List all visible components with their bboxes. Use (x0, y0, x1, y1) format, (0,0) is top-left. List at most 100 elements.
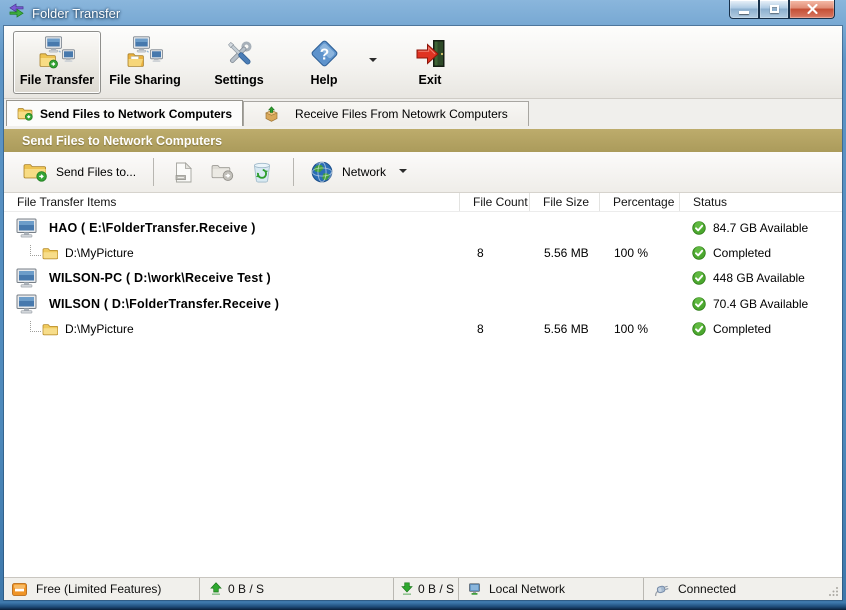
minimize-icon (739, 10, 749, 14)
folder-path: D:\MyPicture (65, 246, 134, 260)
app-window: Folder Transfer File Transfer File Shari… (0, 0, 846, 610)
remove-file-button[interactable] (166, 159, 202, 186)
resize-grip[interactable] (828, 586, 839, 597)
package-receive-icon (265, 106, 278, 122)
folder-send-icon (17, 107, 33, 121)
open-folder-button[interactable] (202, 161, 243, 184)
column-status[interactable]: Status (679, 193, 842, 211)
help-button[interactable]: ? Help (289, 31, 359, 94)
maximize-icon (769, 5, 779, 13)
table-row[interactable]: D:\MyPicture 8 5.56 MB 100 % Completed (4, 317, 842, 341)
download-arrow-icon (401, 582, 413, 595)
file-sharing-icon (127, 35, 163, 67)
tab-receive-label: Receive Files From Netowrk Computers (295, 107, 508, 121)
column-file-count[interactable]: File Count (459, 193, 529, 211)
action-toolbar: Send Files to... Network (4, 152, 842, 193)
percentage-value: 100 % (614, 246, 649, 260)
local-network-text: Local Network (489, 582, 566, 596)
file-transfer-icon (39, 35, 75, 68)
titlebar: Folder Transfer (0, 0, 846, 26)
folder-path: D:\MyPicture (65, 322, 134, 336)
computer-name: HAO ( E:\FolderTransfer.Receive ) (49, 221, 256, 235)
settings-button[interactable]: Settings (199, 31, 279, 94)
tab-send-files[interactable]: Send Files to Network Computers (6, 100, 244, 126)
download-speed-text: 0 B / S (418, 582, 455, 596)
status-text: 448 GB Available (713, 271, 805, 285)
file-size-value: 5.56 MB (544, 322, 589, 336)
window-title: Folder Transfer (32, 5, 121, 21)
remove-file-icon (175, 161, 193, 182)
transfer-list: HAO ( E:\FolderTransfer.Receive ) 84.7 G… (4, 212, 842, 577)
status-text: 70.4 GB Available (713, 297, 809, 311)
section-header-label: Send Files to Network Computers (22, 133, 223, 148)
status-text: Completed (713, 246, 772, 260)
client-area: File Transfer File Sharing Settings ? He… (4, 26, 842, 600)
check-icon (692, 322, 706, 336)
exit-button[interactable]: Exit (397, 31, 463, 94)
help-icon: ? (311, 40, 337, 66)
file-count-value: 8 (477, 322, 484, 336)
file-transfer-button[interactable]: File Transfer (13, 30, 101, 94)
upload-arrow-icon (210, 582, 222, 595)
main-toolbar: File Transfer File Sharing Settings ? He… (4, 26, 842, 99)
toolbar-separator (293, 158, 295, 186)
maximize-button[interactable] (759, 0, 789, 19)
percentage-value: 100 % (614, 322, 649, 336)
computer-name: WILSON ( D:\FolderTransfer.Receive ) (49, 297, 280, 311)
local-network-section: Local Network (459, 578, 644, 600)
tab-receive-files[interactable]: Receive Files From Netowrk Computers (243, 101, 529, 126)
tab-send-label: Send Files to Network Computers (40, 106, 233, 121)
table-row[interactable]: WILSON ( D:\FolderTransfer.Receive ) 70.… (4, 291, 842, 317)
table-row[interactable]: HAO ( E:\FolderTransfer.Receive ) 84.7 G… (4, 215, 842, 241)
upload-speed-text: 0 B / S (228, 582, 265, 596)
toolbar-separator (153, 158, 155, 186)
column-percentage[interactable]: Percentage (599, 193, 679, 211)
send-folder-icon (23, 163, 47, 182)
close-button[interactable] (789, 0, 835, 19)
check-icon (692, 271, 706, 285)
network-globe-icon (311, 161, 333, 183)
table-row[interactable]: D:\MyPicture 8 5.56 MB 100 % Completed (4, 241, 842, 265)
check-icon (692, 221, 706, 235)
status-bar: Free (Limited Features) 0 B / S 0 B / S (4, 577, 842, 600)
column-file-transfer-items[interactable]: File Transfer Items (4, 193, 459, 211)
license-icon (12, 582, 27, 596)
file-size-value: 5.56 MB (544, 246, 589, 260)
send-files-to-label: Send Files to... (56, 165, 137, 179)
folder-icon (42, 323, 58, 335)
file-count-value: 8 (477, 246, 484, 260)
network-caret-icon (399, 169, 408, 177)
refresh-recycle-button[interactable] (243, 158, 281, 186)
file-transfer-label: File Transfer (19, 72, 95, 87)
exit-icon (416, 39, 444, 67)
send-files-to-button[interactable]: Send Files to... (18, 160, 141, 185)
file-sharing-label: File Sharing (109, 72, 181, 87)
minimize-button[interactable] (729, 0, 759, 19)
exit-label: Exit (418, 72, 442, 87)
table-header: File Transfer Items File Count File Size… (4, 193, 842, 212)
recycle-icon (253, 162, 271, 183)
section-header: Send Files to Network Computers (4, 129, 842, 152)
tree-connector (30, 244, 41, 256)
folder-go-icon (211, 164, 234, 181)
file-sharing-button[interactable]: File Sharing (101, 31, 189, 94)
check-icon (692, 297, 706, 311)
folder-icon (42, 247, 58, 259)
settings-icon (227, 40, 252, 65)
help-dropdown-caret[interactable] (369, 58, 377, 66)
download-speed-section: 0 B / S (394, 578, 459, 600)
computer-icon (16, 268, 37, 288)
settings-label: Settings (214, 72, 264, 87)
tab-strip: Send Files to Network Computers Receive … (4, 99, 842, 126)
status-text: 84.7 GB Available (713, 221, 809, 235)
column-file-size[interactable]: File Size (529, 193, 599, 211)
network-monitor-icon (469, 582, 480, 595)
window-controls (729, 0, 835, 19)
close-icon (806, 4, 818, 14)
computer-icon (16, 294, 37, 314)
table-row[interactable]: WILSON-PC ( D:\work\Receive Test ) 448 G… (4, 265, 842, 291)
network-dropdown-button[interactable]: Network (306, 158, 414, 186)
status-text: Completed (713, 322, 772, 336)
help-label: Help (310, 72, 338, 87)
connection-section: Connected (644, 578, 842, 600)
